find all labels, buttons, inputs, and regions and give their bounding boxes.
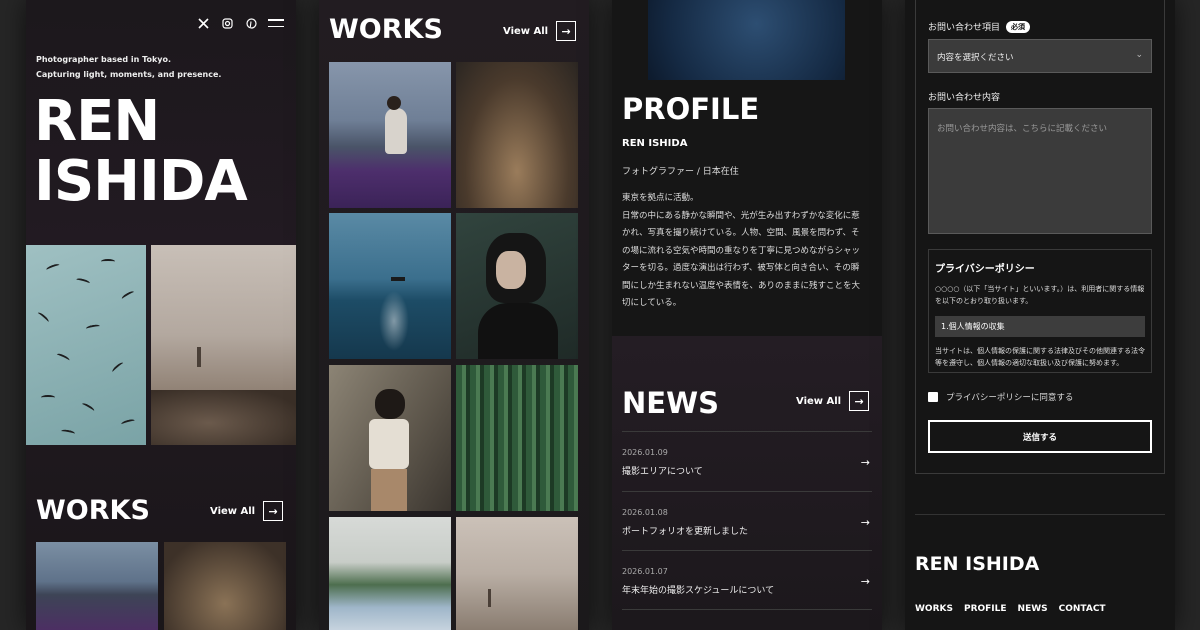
required-badge: 必須 [1006, 20, 1031, 33]
news-item[interactable]: 2026.01.08 ポートフォリオを更新しました → [622, 491, 872, 551]
news-view-all-link[interactable]: View All → [796, 391, 870, 411]
news-date: 2026.01.07 [622, 567, 668, 576]
mobile-screen-works: WORKS View All → [319, 0, 589, 630]
works-thumb-portrait-dark[interactable] [456, 213, 578, 359]
mobile-screen-home: Photographer based in Tokyo. Capturing l… [26, 0, 296, 630]
footer-name: REN ISHIDA [915, 553, 1040, 575]
privacy-title: プライバシーポリシー [935, 264, 1035, 275]
news-section: NEWS View All → 2026.01.09 撮影エリアについて → 2… [612, 336, 882, 630]
works-title: WORKS [36, 495, 150, 526]
pinterest-icon[interactable] [244, 16, 258, 30]
privacy-section-heading: 1.個人情報の収集 [935, 316, 1145, 337]
arrow-right-icon: → [860, 516, 870, 529]
header-icons [196, 16, 284, 30]
category-select[interactable]: 内容を選択ください ⌄ [928, 39, 1152, 73]
news-title: NEWS [622, 386, 719, 420]
tagline-line-1: Photographer based in Tokyo. [36, 55, 172, 64]
arrow-right-icon: → [860, 575, 870, 588]
profile-role: フォトグラファー / 日本在住 [622, 167, 739, 177]
message-placeholder: お問い合わせ内容は、こちらに記載ください [937, 124, 1108, 134]
privacy-agree[interactable]: プライバシーポリシーに同意する [928, 391, 1073, 403]
arrow-right-icon: → [849, 391, 870, 411]
arrow-right-icon: → [263, 501, 284, 521]
profile-name: REN ISHIDA [622, 138, 688, 149]
news-date: 2026.01.08 [622, 508, 668, 517]
works-thumb-forest-lake[interactable] [329, 517, 451, 630]
message-textarea[interactable]: お問い合わせ内容は、こちらに記載ください [928, 108, 1152, 234]
works-thumb-beach[interactable] [456, 517, 578, 630]
profile-bio-line: の場に流れる空気や時間の重なりを丁寧に見つめながらシャッ [622, 245, 861, 256]
news-text: ポートフォリオを更新しました [622, 527, 749, 537]
chevron-down-icon: ⌄ [1135, 50, 1143, 60]
footer-nav-works[interactable]: WORKS [915, 604, 953, 614]
contact-form: お問い合わせ項目 必須 内容を選択ください ⌄ お問い合わせ内容 お問い合わせ内… [915, 0, 1165, 474]
profile-bio-line: ターを切る。過度な演出は行わず、被写体と向き合い、その瞬 [622, 263, 860, 273]
hero-name-line-2: ISHIDA [34, 149, 248, 214]
profile-bio-line: かれ、写真を撮り続けている。人物、空間、風景を問わず、そ [622, 228, 860, 238]
footer-divider [915, 514, 1165, 515]
agree-checkbox[interactable] [928, 392, 938, 402]
arrow-right-icon: → [860, 456, 870, 469]
agree-label: プライバシーポリシーに同意する [946, 393, 1074, 403]
mobile-screen-contact: お問い合わせ項目 必須 内容を選択ください ⌄ お問い合わせ内容 お問い合わせ内… [905, 0, 1175, 630]
hero-photo-birds [26, 245, 146, 445]
news-item[interactable]: 2026.01.09 撮影エリアについて → [622, 431, 872, 491]
footer-nav-news[interactable]: NEWS [1018, 604, 1048, 614]
hero-photo-beach [151, 245, 296, 445]
view-all-label: View All [503, 25, 549, 37]
privacy-body: 当サイトは、個人情報の保護に関する法律及びその他関連する法令等を遵守し、個人情報… [935, 347, 1145, 367]
profile-photo [648, 0, 845, 80]
works-view-all-link[interactable]: View All → [503, 21, 577, 41]
privacy-policy-box[interactable]: プライバシーポリシー ○○○○（以下「当サイト」といいます。）は、利用者に関する… [928, 249, 1152, 373]
works-thumb-1[interactable] [36, 542, 158, 630]
news-text: 年末年始の撮影スケジュールについて [622, 586, 775, 596]
tagline: Photographer based in Tokyo. Capturing l… [36, 52, 276, 82]
x-icon[interactable] [196, 16, 210, 30]
profile-bio-line: 間にしか生まれない温度や表情を、ありのままに残すことを大 [622, 280, 861, 291]
message-label: お問い合わせ内容 [928, 93, 1001, 103]
works-thumb-2[interactable] [164, 542, 286, 630]
profile-bio-line: 東京を拠点に活動。 [622, 193, 699, 203]
works-thumb-river-stones[interactable] [456, 62, 578, 208]
view-all-label: View All [210, 505, 256, 517]
profile-bio: 東京を拠点に活動。 日常の中にある静かな瞬間や、光が生み出すわずかな変化に惹 か… [622, 190, 872, 313]
news-item[interactable]: 2026.01.07 年末年始の撮影スケジュールについて → [622, 550, 872, 610]
profile-bio-line: 日常の中にある静かな瞬間や、光が生み出すわずかな変化に惹 [622, 210, 860, 221]
works-title: WORKS [329, 14, 443, 45]
view-all-label: View All [796, 395, 842, 407]
instagram-icon[interactable] [220, 16, 234, 30]
arrow-right-icon: → [556, 21, 577, 41]
submit-button[interactable]: 送信する [928, 420, 1152, 453]
footer-nav: WORKS PROFILE NEWS CONTACT [915, 604, 1106, 614]
news-text: 撮影エリアについて [622, 467, 703, 477]
tagline-line-2: Capturing light, moments, and presence. [36, 70, 222, 79]
profile-title: PROFILE [622, 92, 760, 126]
hero-name: REN ISHIDA [34, 89, 248, 214]
category-label-text: お問い合わせ項目 [928, 23, 1001, 33]
works-view-all-link[interactable]: View All → [210, 501, 284, 521]
works-thumb-lavender-field[interactable] [329, 62, 451, 208]
profile-bio-line: 切にしている。 [622, 298, 682, 308]
mobile-screen-profile: PROFILE REN ISHIDA フォトグラファー / 日本在住 東京を拠点… [612, 0, 882, 630]
footer-nav-profile[interactable]: PROFILE [964, 604, 1007, 614]
works-thumb-portrait-light[interactable] [329, 365, 451, 511]
category-label: お問い合わせ項目 必須 [928, 20, 1031, 33]
footer-nav-contact[interactable]: CONTACT [1059, 604, 1106, 614]
menu-icon[interactable] [268, 16, 284, 30]
category-select-value: 内容を選択ください [937, 53, 1014, 63]
works-thumb-bamboo[interactable] [456, 365, 578, 511]
privacy-intro: ○○○○（以下「当サイト」といいます。）は、利用者に関する情報を以下のとおり取り… [935, 285, 1145, 305]
hero-name-line-1: REN [34, 89, 160, 154]
news-date: 2026.01.09 [622, 448, 668, 457]
works-thumb-sea-boat[interactable] [329, 213, 451, 359]
